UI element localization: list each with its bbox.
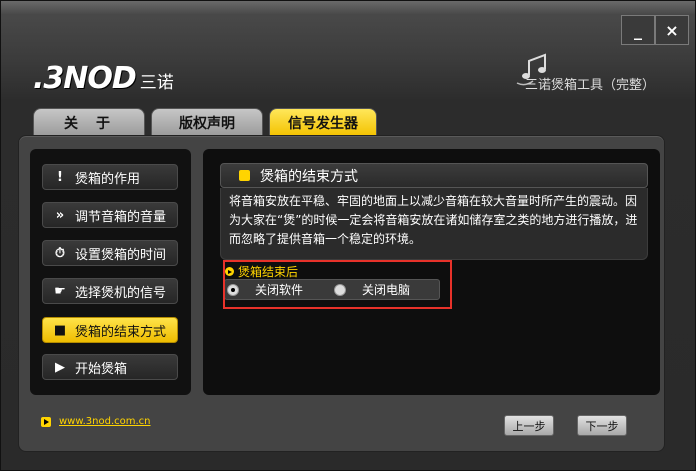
highlight-box [223,260,452,309]
website-link-text[interactable]: www.3nod.com.cn [59,416,151,427]
exclamation-icon: ! [57,169,63,185]
yellow-square-icon [239,170,250,181]
tab-about[interactable]: 关于 [33,108,145,136]
prev-button[interactable]: 上一步 [504,415,554,436]
minimize-button[interactable]: _ [621,15,655,45]
section-heading: 煲箱的结束方式 [220,163,648,188]
tab-copyright[interactable]: 版权声明 [151,108,263,136]
sidebar-item-label: 选择煲机的信号 [75,285,167,301]
app-title: 三诺煲箱工具（完整） [524,78,655,93]
sidebar-item-signal[interactable]: ☛ 选择煲机的信号 [42,278,178,304]
sidebar-item-label: 开始煲箱 [75,361,128,377]
brand-logo: .3NOD 三诺 [33,61,174,96]
sidebar-item-start[interactable]: ▶ 开始煲箱 [42,354,178,380]
title-bar [1,1,695,15]
website-link[interactable]: www.3nod.com.cn [41,416,151,427]
square-icon: ■ [53,322,67,338]
stopwatch-icon: ⏱ [54,245,66,261]
sidebar-item-purpose[interactable]: ! 煲箱的作用 [42,164,178,190]
sidebar-item-volume[interactable]: » 调节音箱的音量 [42,202,178,228]
tab-bar: 关于 版权声明 信号发生器 [33,108,377,136]
logo-mark: .3NOD [33,61,137,96]
logo-cn-text: 三诺 [139,73,174,93]
next-button[interactable]: 下一步 [577,415,627,436]
sidebar-item-label: 煲箱的作用 [75,171,141,187]
close-button[interactable]: × [655,15,689,45]
app-window: _ × .3NOD 三诺 三诺煲箱工具（完整） 关于 版权声明 信号发生器 ! … [0,0,696,471]
section-heading-text: 煲箱的结束方式 [260,168,358,185]
sidebar-item-label: 设置煲箱的时间 [75,247,167,263]
description-text: 将音箱安放在平稳、牢固的地面上以减少音箱在较大音量时所产生的震动。因为大家在“煲… [220,188,648,260]
sidebar-item-label: 调节音箱的音量 [75,209,167,225]
window-controls: _ × [621,15,689,45]
tab-signal-generator[interactable]: 信号发生器 [269,108,377,136]
play-icon: ▶ [55,359,65,375]
link-arrow-icon [41,416,51,427]
sidebar-item-ending[interactable]: ■ 煲箱的结束方式 [42,317,178,343]
sidebar: ! 煲箱的作用 » 调节音箱的音量 ⏱ 设置煲箱的时间 ☛ 选择煲机的信号 ■ … [30,149,191,395]
double-arrow-icon: » [55,207,65,223]
sidebar-item-label: 煲箱的结束方式 [75,324,167,340]
hand-pointer-icon: ☛ [54,283,66,299]
sidebar-item-time[interactable]: ⏱ 设置煲箱的时间 [42,240,178,266]
